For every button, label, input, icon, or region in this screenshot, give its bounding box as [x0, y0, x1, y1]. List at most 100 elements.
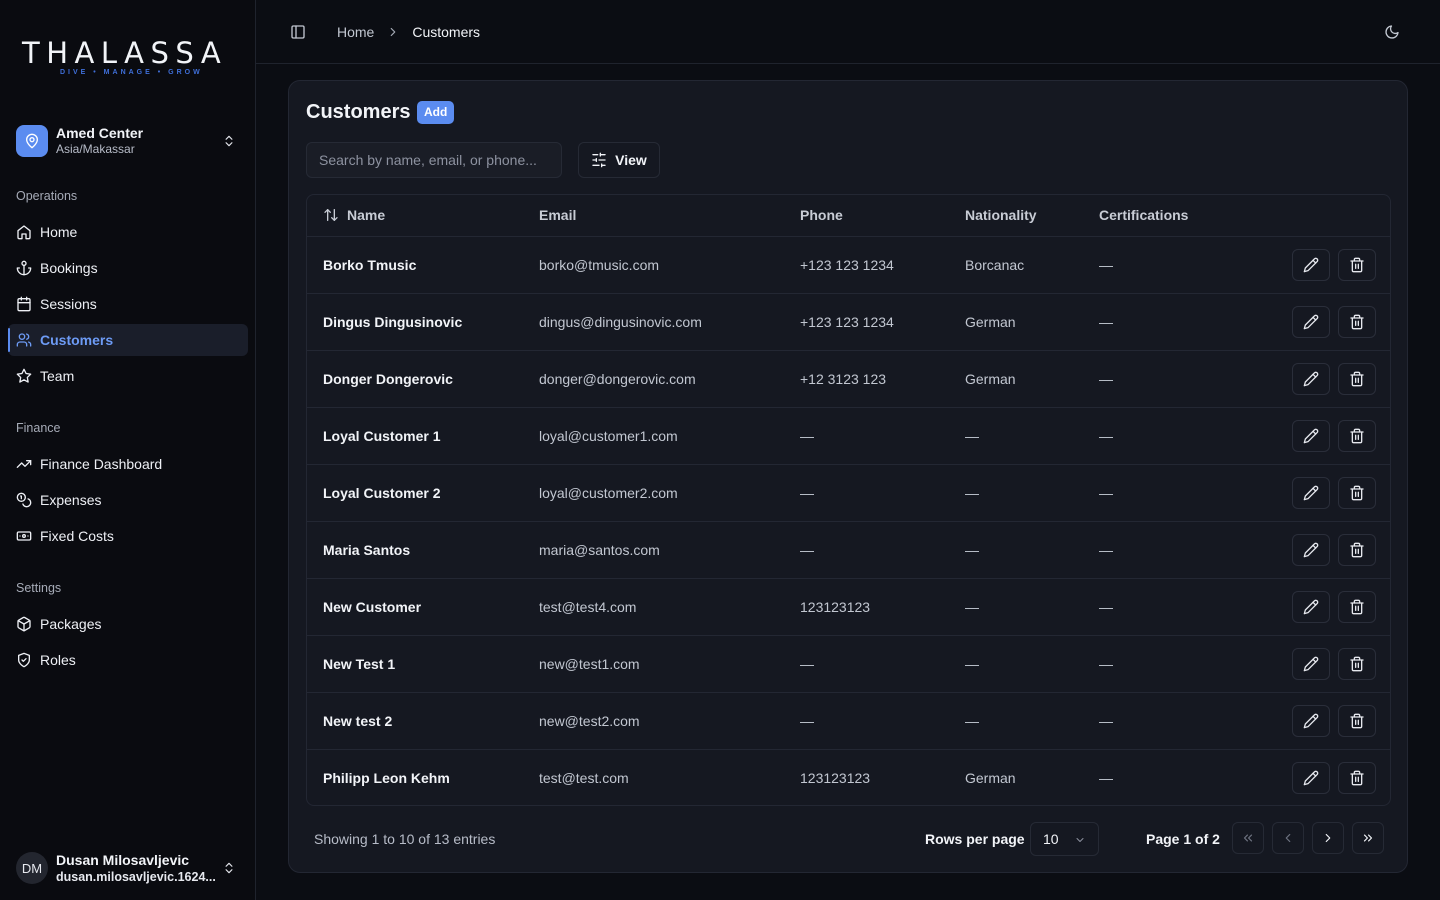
cell-certifications: —	[1083, 635, 1243, 693]
package-icon	[16, 616, 32, 632]
delete-customer-button[interactable]	[1338, 590, 1376, 623]
sidebar-item-packages[interactable]: Packages	[8, 608, 248, 640]
edit-customer-button[interactable]	[1292, 533, 1330, 566]
sidebar-item-roles[interactable]: Roles	[8, 644, 248, 676]
table-row[interactable]: Philipp Leon Kehm test@test.com 123123123 G…	[307, 749, 1390, 805]
view-options-button[interactable]: View	[578, 142, 660, 178]
center-name: Amed Center	[56, 125, 144, 141]
pencil-icon	[1303, 485, 1319, 501]
next-page-button[interactable]	[1312, 822, 1344, 854]
cell-certifications: —	[1083, 236, 1243, 294]
cell-nationality: German	[965, 769, 1016, 786]
cell-actions	[1243, 521, 1390, 579]
add-customer-button[interactable]: Add	[417, 101, 455, 124]
entries-summary: Showing 1 to 10 of 13 entries	[314, 831, 496, 847]
trash-icon	[1349, 428, 1365, 444]
trash-icon	[1349, 656, 1365, 672]
edit-customer-button[interactable]	[1292, 761, 1330, 794]
sidebar-item-label: Home	[40, 224, 78, 240]
edit-customer-button[interactable]	[1292, 704, 1330, 737]
breadcrumb-home[interactable]: Home	[337, 24, 374, 40]
cell-email: dingus@dingusinovic.com	[523, 293, 784, 351]
sidebar-item-team[interactable]: Team	[8, 360, 248, 392]
previous-page-button[interactable]	[1272, 822, 1304, 854]
table-row[interactable]: Maria Santos maria@santos.com — — —	[307, 521, 1390, 579]
last-page-button[interactable]	[1352, 822, 1384, 854]
cell-actions	[1243, 293, 1390, 351]
trash-icon	[1349, 599, 1365, 615]
chevrons-up-down-icon	[225, 862, 233, 874]
trash-icon	[1349, 257, 1365, 273]
page-title: Customers	[306, 101, 411, 123]
cell-email: maria@santos.com	[523, 521, 784, 579]
edit-customer-button[interactable]	[1292, 362, 1330, 395]
table-row[interactable]: New test 2 new@test2.com — — —	[307, 692, 1390, 750]
cell-certifications: —	[1083, 350, 1243, 408]
cell-certifications: —	[1083, 692, 1243, 750]
chevron-right-icon	[1325, 833, 1331, 843]
edit-customer-button[interactable]	[1292, 419, 1330, 452]
trash-icon	[1349, 314, 1365, 330]
sidebar-item-bookings[interactable]: Bookings	[8, 252, 248, 284]
column-label: Name	[347, 207, 386, 224]
sidebar-item-label: Bookings	[40, 260, 98, 276]
cell-certifications: —	[1083, 407, 1243, 465]
chevrons-left-icon	[1243, 834, 1253, 842]
pencil-icon	[1303, 656, 1319, 672]
delete-customer-button[interactable]	[1338, 362, 1376, 395]
cell-phone: —	[784, 521, 949, 579]
rows-per-page-value: 10	[1043, 831, 1059, 847]
chevrons-right-icon	[1363, 834, 1373, 842]
nav-section-finance: Finance Finance Dashboard Expenses Fixed…	[0, 416, 256, 556]
panel-left-icon[interactable]	[290, 24, 306, 40]
cell-nationality: Borcanac	[949, 236, 1083, 294]
cell-certifications: —	[1083, 578, 1243, 636]
moon-icon[interactable]	[1384, 24, 1400, 40]
table-row[interactable]: New Customer test@test4.com 123123123— —	[307, 578, 1390, 636]
first-page-button[interactable]	[1232, 822, 1264, 854]
rows-per-page-select[interactable]: 10	[1030, 822, 1099, 856]
table-row[interactable]: Borko Tmusic borko@tmusic.com +123 123 123…	[307, 236, 1390, 294]
banknote-icon	[16, 528, 32, 544]
calendar-icon	[16, 296, 32, 312]
logo[interactable]: THALASSA DIVE • MANAGE • GROW	[22, 38, 236, 76]
sidebar-item-home[interactable]: Home	[8, 216, 248, 248]
table-row[interactable]: Donger Dongerovic donger@dongerovic.com +1…	[307, 350, 1390, 408]
delete-customer-button[interactable]	[1338, 704, 1376, 737]
delete-customer-button[interactable]	[1338, 476, 1376, 509]
sidebar-item-label: Team	[40, 368, 75, 384]
edit-customer-button[interactable]	[1292, 590, 1330, 623]
sidebar-item-finance-dashboard[interactable]: Finance Dashboard	[8, 448, 248, 480]
cell-certifications: —	[1083, 293, 1243, 351]
table-row[interactable]: New Test 1 new@test1.com — — —	[307, 635, 1390, 693]
pencil-icon	[1303, 770, 1319, 786]
delete-customer-button[interactable]	[1338, 248, 1376, 281]
nav-section-settings: Settings Packages Roles	[0, 576, 256, 680]
delete-customer-button[interactable]	[1338, 305, 1376, 338]
sidebar-item-expenses[interactable]: Expenses	[8, 484, 248, 516]
user-menu[interactable]: DM Dusan Milosavljevic dusan.milosavljev…	[16, 850, 242, 886]
trash-icon	[1349, 770, 1365, 786]
cell-name: New Test 1	[307, 635, 523, 693]
nav-section-operations: Operations Home Bookings Sessions Custom…	[0, 184, 256, 396]
search-input[interactable]	[306, 142, 562, 178]
delete-customer-button[interactable]	[1338, 533, 1376, 566]
column-header-name[interactable]: Name	[307, 195, 523, 237]
logo-tagline: DIVE • MANAGE • GROW	[60, 69, 203, 76]
delete-customer-button[interactable]	[1338, 419, 1376, 452]
edit-customer-button[interactable]	[1292, 476, 1330, 509]
sidebar-item-fixed-costs[interactable]: Fixed Costs	[8, 520, 248, 552]
edit-customer-button[interactable]	[1292, 647, 1330, 680]
sidebar-item-sessions[interactable]: Sessions	[8, 288, 248, 320]
map-pin-icon	[16, 125, 48, 157]
sidebar: THALASSA DIVE • MANAGE • GROW Amed Cente…	[0, 0, 256, 900]
table-row[interactable]: Dingus Dingusinovic dingus@dingusinovic.c…	[307, 293, 1390, 351]
edit-customer-button[interactable]	[1292, 248, 1330, 281]
sidebar-item-customers[interactable]: Customers	[8, 324, 248, 356]
center-switcher[interactable]: Amed Center Asia/Makassar	[16, 122, 242, 160]
delete-customer-button[interactable]	[1338, 761, 1376, 794]
table-row[interactable]: Loyal Customer 2 loyal@customer2.com — — —	[307, 464, 1390, 522]
delete-customer-button[interactable]	[1338, 647, 1376, 680]
table-row[interactable]: Loyal Customer 1 loyal@customer1.com — — —	[307, 407, 1390, 465]
edit-customer-button[interactable]	[1292, 305, 1330, 338]
